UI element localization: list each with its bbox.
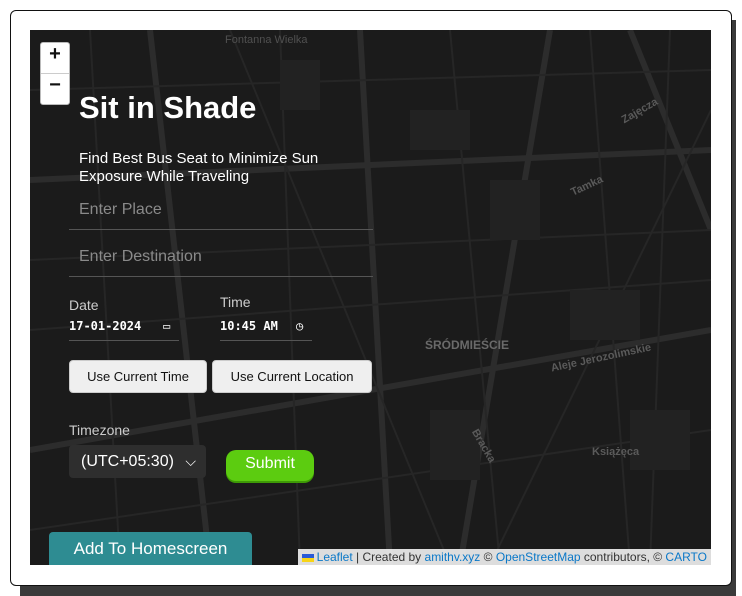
map-label-ksiazeca: Książęca: [592, 446, 640, 458]
use-current-time-button[interactable]: Use Current Time: [69, 360, 207, 393]
zoom-in-button[interactable]: +: [41, 43, 69, 73]
date-label: Date: [69, 297, 99, 313]
timezone-value: (UTC+05:30): [81, 453, 174, 470]
time-input[interactable]: 10:45 AM ◷: [220, 319, 312, 341]
submit-button[interactable]: Submit: [226, 450, 314, 481]
timezone-select[interactable]: (UTC+05:30) ⌵: [69, 445, 206, 478]
map-attribution: Leaflet | Created by amithv.xyz © OpenSt…: [297, 549, 711, 565]
date-value: 17-01-2024: [69, 319, 142, 333]
use-current-location-button[interactable]: Use Current Location: [212, 360, 372, 393]
add-to-homescreen-button[interactable]: Add To Homescreen: [49, 532, 252, 565]
map-view[interactable]: Fontanna Wielka ŚRÓDMIEŚCIE Aleje Jerozo…: [30, 30, 711, 565]
attribution-copy: ©: [480, 550, 496, 564]
author-link[interactable]: amithv.xyz: [425, 550, 481, 564]
attribution-created-by: | Created by: [352, 550, 425, 564]
map-label-district: ŚRÓDMIEŚCIE: [425, 338, 510, 352]
time-label: Time: [220, 294, 251, 310]
destination-input[interactable]: [69, 237, 373, 277]
place-input[interactable]: [69, 190, 373, 230]
clock-icon[interactable]: ◷: [296, 319, 303, 333]
calendar-icon[interactable]: ▭: [163, 319, 170, 333]
chevron-down-icon: ⌵: [185, 453, 196, 469]
timezone-label: Timezone: [69, 422, 130, 438]
carto-link[interactable]: CARTO: [665, 550, 707, 564]
ukraine-flag-icon: [301, 553, 314, 562]
zoom-out-button[interactable]: −: [41, 73, 69, 104]
date-input[interactable]: 17-01-2024 ▭: [69, 319, 179, 341]
app-title: Sit in Shade: [79, 90, 257, 125]
zoom-control: + −: [40, 42, 70, 105]
time-value: 10:45 AM: [220, 319, 278, 333]
osm-link[interactable]: OpenStreetMap: [496, 550, 581, 564]
attribution-contributors: contributors, ©: [580, 550, 666, 564]
leaflet-link[interactable]: Leaflet: [317, 550, 353, 564]
app-subtitle: Find Best Bus Seat to Minimize Sun Expos…: [79, 150, 319, 185]
map-label-fountain: Fontanna Wielka: [225, 34, 308, 46]
